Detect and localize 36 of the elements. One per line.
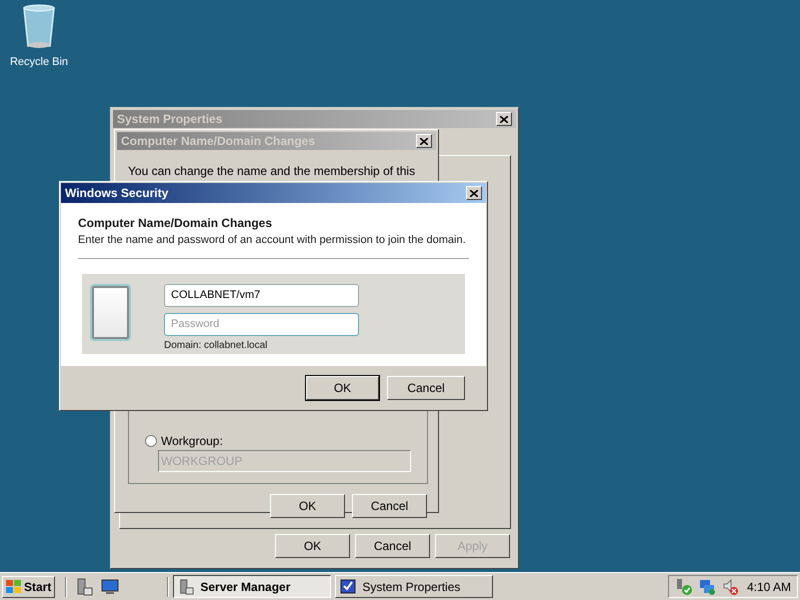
dialog-description: Enter the name and password of an account with permission to join the domain.	[78, 233, 467, 248]
windows-logo-icon	[6, 580, 22, 594]
network-icon[interactable]	[699, 578, 717, 596]
server-icon	[178, 578, 194, 594]
dialog-button[interactable]: OK	[270, 494, 345, 518]
dialog-heading: Computer Name/Domain Changes	[78, 215, 274, 232]
clock-text: 4:10 AM	[746, 578, 791, 596]
taskbar-button[interactable]: Server Manager	[173, 575, 332, 598]
taskbar-button[interactable]: System Properties	[335, 575, 494, 598]
password-field[interactable]: Password	[164, 312, 359, 336]
muted-speaker-icon[interactable]	[723, 578, 739, 596]
intro-text: You can change the name and the membership of this	[128, 163, 416, 180]
dialog-button[interactable]: OK	[306, 376, 379, 400]
dialog-button[interactable]: Cancel	[387, 376, 465, 400]
trash-bin-icon[interactable]	[21, 2, 57, 50]
username-field[interactable]: COLLABNET/vm7	[164, 284, 359, 306]
close-icon	[420, 138, 428, 144]
dialog-button[interactable]: OK	[275, 534, 350, 558]
close-icon	[500, 116, 508, 122]
security-shield-icon[interactable]	[675, 578, 693, 596]
start-button[interactable]: Start	[2, 576, 56, 598]
checkbox-window-icon	[340, 578, 356, 594]
desktop-icon-label[interactable]: Recycle Bin	[10, 54, 68, 70]
close-button[interactable]	[416, 134, 432, 148]
server-icon[interactable]	[75, 578, 94, 596]
domain-text: Domain: collabnet.local	[164, 338, 268, 352]
radio-label: Workgroup:	[161, 433, 223, 450]
window-title: Windows Security	[65, 185, 168, 202]
close-icon	[470, 190, 478, 196]
dialog-button[interactable]: Cancel	[352, 494, 427, 518]
monitor-icon[interactable]	[101, 578, 120, 594]
close-button[interactable]	[466, 186, 482, 200]
window-title: System Properties	[117, 111, 222, 128]
user-tile-icon	[90, 284, 131, 340]
close-button[interactable]	[496, 112, 512, 126]
dialog-button[interactable]: Cancel	[355, 534, 430, 558]
